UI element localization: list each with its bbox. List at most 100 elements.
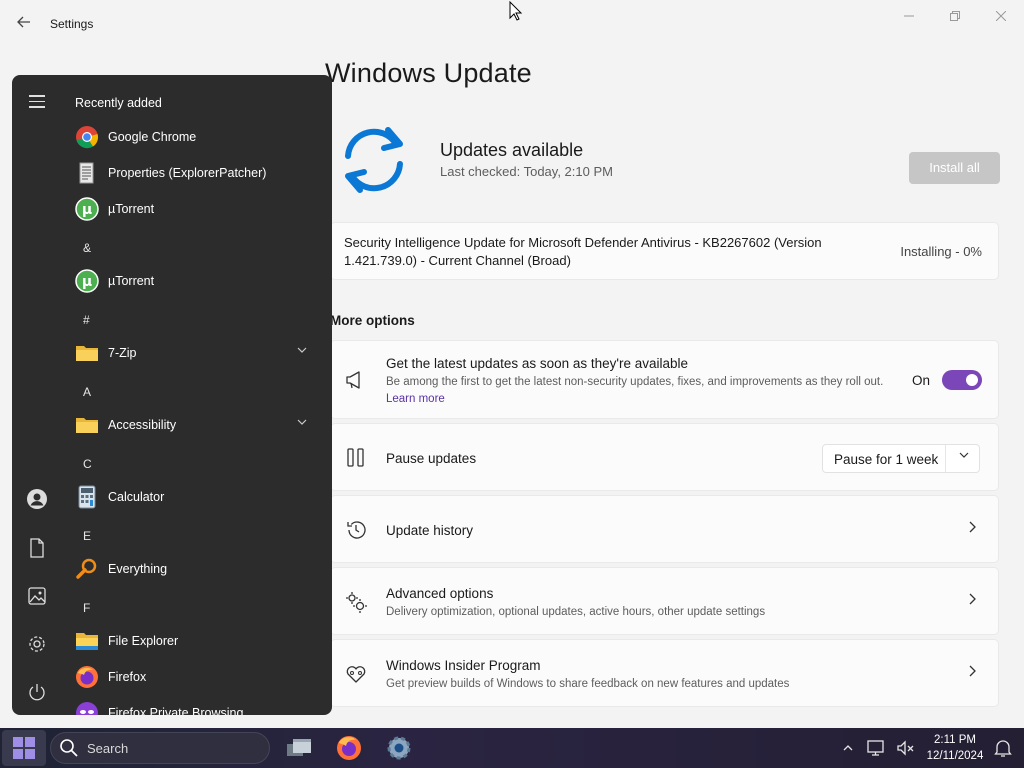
network-icon[interactable]	[866, 738, 886, 761]
pictures-icon[interactable]	[26, 585, 48, 607]
start-button[interactable]	[2, 730, 46, 766]
svg-text:µ: µ	[82, 202, 92, 218]
chrome-icon	[75, 125, 99, 149]
app-label: Calculator	[108, 490, 165, 504]
insider-program-title: Windows Insider Program	[386, 658, 541, 673]
app-label: µTorrent	[108, 202, 155, 216]
utorrent-icon: µ	[75, 197, 99, 221]
calculator-icon	[75, 485, 99, 509]
maximize-button[interactable]	[932, 6, 978, 28]
pause-updates-card: Pause updates Pause for 1 week	[330, 423, 999, 491]
sync-update-icon	[334, 120, 414, 200]
app-label: Firefox	[108, 670, 147, 684]
latest-updates-toggle[interactable]	[942, 370, 982, 390]
user-icon[interactable]	[26, 488, 48, 510]
chevron-right-icon	[966, 520, 978, 540]
letter-header[interactable]: &	[83, 241, 91, 255]
power-icon[interactable]	[26, 681, 48, 703]
search-icon	[59, 738, 79, 758]
pause-updates-title: Pause updates	[386, 451, 477, 466]
close-button[interactable]	[978, 6, 1024, 28]
notification-bell-icon[interactable]	[994, 738, 1012, 761]
everything-icon	[75, 557, 99, 581]
clock-date: 12/11/2024	[926, 750, 984, 762]
app-item-7zip[interactable]: 7-Zip	[75, 338, 315, 368]
settings-icon[interactable]	[26, 633, 48, 655]
chevron-right-icon	[966, 592, 978, 612]
taskbar-settings[interactable]	[383, 732, 415, 764]
select-divider	[945, 445, 946, 472]
window-title: Settings	[50, 17, 94, 31]
insider-program-card[interactable]: Windows Insider Program Get preview buil…	[330, 639, 999, 707]
documents-icon[interactable]	[26, 537, 48, 559]
letter-header[interactable]: C	[83, 457, 92, 471]
svg-text:µ: µ	[82, 274, 92, 290]
mouse-cursor-icon	[509, 0, 523, 21]
chevron-up-icon[interactable]	[842, 738, 854, 761]
app-label: Everything	[108, 562, 168, 576]
minimize-icon	[904, 15, 914, 17]
letter-header[interactable]: A	[83, 385, 91, 399]
system-clock[interactable]: 2:11 PM 12/11/2024	[922, 732, 988, 764]
latest-updates-card[interactable]: Get the latest updates as soon as they'r…	[330, 340, 999, 419]
chevron-right-icon	[966, 664, 978, 684]
taskbar-firefox[interactable]	[333, 732, 365, 764]
app-item-utorrent[interactable]: µ µTorrent	[75, 194, 315, 224]
volume-muted-icon[interactable]	[896, 738, 916, 761]
app-label: File Explorer	[108, 634, 179, 648]
app-item-accessibility[interactable]: Accessibility	[75, 410, 315, 440]
insider-program-desc: Get preview builds of Windows to share f…	[386, 678, 790, 690]
app-label: Google Chrome	[108, 130, 197, 144]
app-item-properties-explorerpatcher[interactable]: Properties (ExplorerPatcher)	[75, 158, 315, 188]
update-history-title: Update history	[386, 523, 474, 538]
arrow-left-icon	[17, 16, 30, 28]
update-history-card[interactable]: Update history	[330, 495, 999, 563]
pending-update-name: Security Intelligence Update for Microso…	[344, 235, 822, 268]
advanced-options-title: Advanced options	[386, 586, 494, 601]
more-options-heading: More options	[330, 313, 415, 328]
utorrent-icon: µ	[75, 269, 99, 293]
close-icon	[995, 10, 1007, 22]
advanced-options-desc: Delivery optimization, optional updates,…	[386, 606, 766, 618]
updates-status-title: Updates available	[440, 140, 584, 160]
clock-time: 2:11 PM	[934, 734, 976, 746]
chevron-down-icon[interactable]	[959, 450, 969, 463]
page-title: Windows Update	[325, 58, 532, 88]
minimize-button[interactable]	[886, 6, 932, 28]
toggle-knob	[966, 374, 978, 386]
advanced-options-card[interactable]: Advanced options Delivery optimization, …	[330, 567, 999, 635]
back-button[interactable]	[14, 14, 34, 34]
search-placeholder: Search	[87, 741, 129, 756]
hamburger-menu-icon[interactable]	[29, 95, 45, 109]
firefox-icon	[337, 736, 361, 760]
app-item-calculator[interactable]: Calculator	[75, 482, 315, 512]
app-item-everything[interactable]: Everything	[75, 554, 315, 584]
firefox-icon	[75, 665, 99, 689]
folder-icon	[75, 413, 99, 437]
letter-header[interactable]: F	[83, 601, 90, 615]
pause-duration-select[interactable]: Pause for 1 week	[822, 444, 980, 473]
app-item-utorrent[interactable]: µ µTorrent	[75, 266, 315, 296]
app-item-google-chrome[interactable]: Google Chrome	[75, 122, 315, 152]
windows-logo-icon	[13, 737, 23, 747]
learn-more-link[interactable]: Learn more	[386, 393, 445, 405]
toggle-state-label: On	[911, 373, 930, 388]
firefox-private-icon	[75, 701, 99, 715]
install-all-button[interactable]: Install all	[909, 152, 1000, 184]
app-item-firefox[interactable]: Firefox	[75, 662, 315, 692]
chevron-down-icon[interactable]	[297, 417, 307, 430]
pending-update-status: Installing - 0%	[900, 244, 982, 259]
app-item-file-explorer[interactable]: File Explorer	[75, 626, 315, 656]
letter-header[interactable]: #	[83, 313, 90, 327]
latest-updates-desc-text: Be among the first to get the latest non…	[386, 376, 884, 388]
task-view-button[interactable]	[283, 732, 315, 764]
file-explorer-icon	[75, 629, 99, 653]
chevron-down-icon[interactable]	[297, 345, 307, 358]
insider-heart-icon	[345, 663, 367, 685]
app-item-firefox-private-browsing[interactable]: Firefox Private Browsing	[75, 698, 315, 715]
recently-added-heading: Recently added	[75, 96, 162, 110]
gears-icon	[345, 591, 367, 613]
taskbar-search-box[interactable]: Search	[50, 732, 270, 764]
letter-header[interactable]: E	[83, 529, 91, 543]
pause-icon	[345, 447, 367, 469]
